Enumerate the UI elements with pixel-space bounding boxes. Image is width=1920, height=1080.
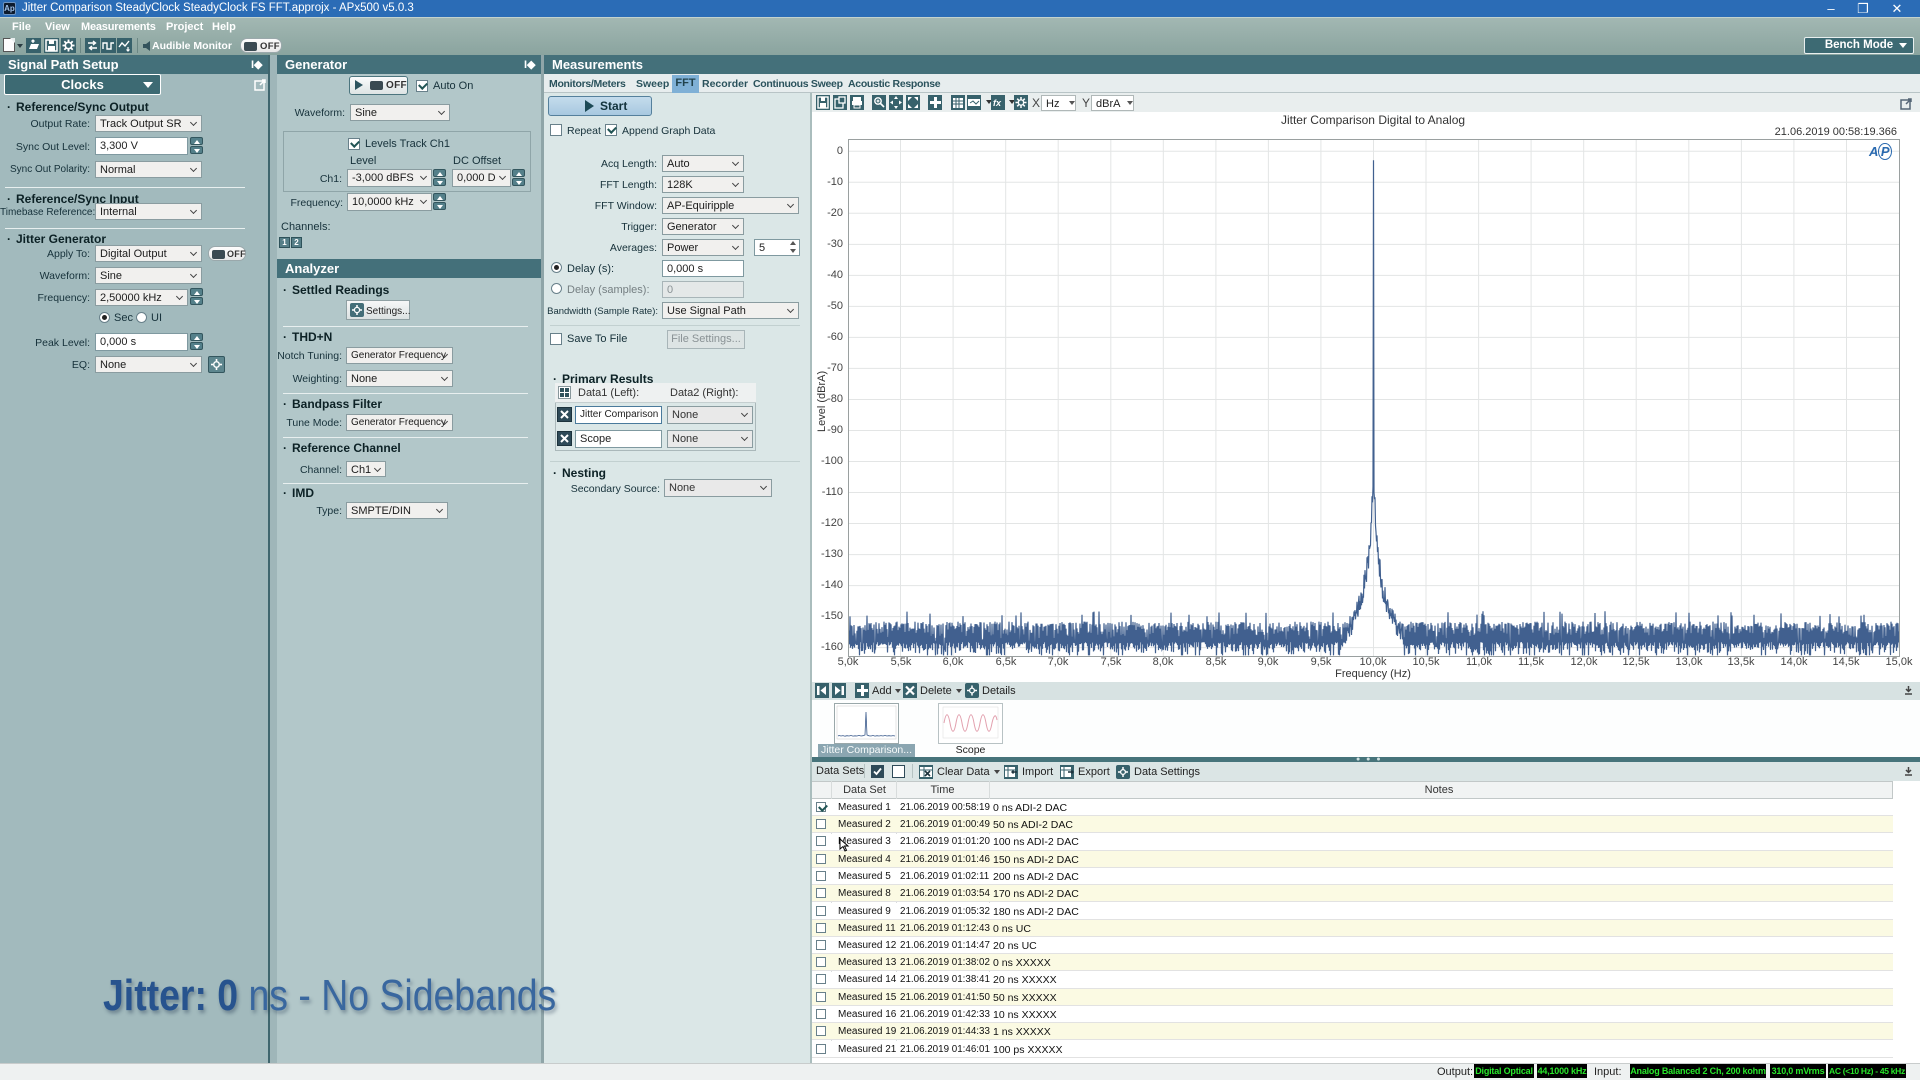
svg-text:fx: fx <box>993 98 1002 108</box>
